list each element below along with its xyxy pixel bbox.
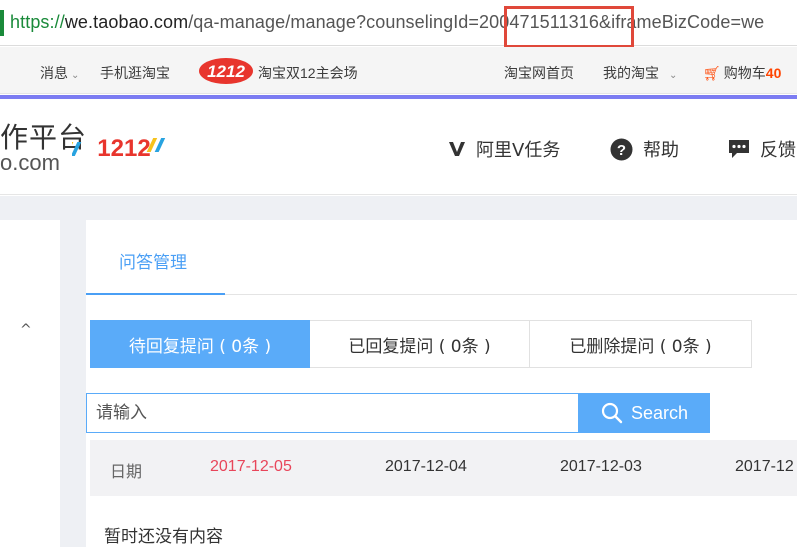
cart-icon: 🛒︎ xyxy=(703,65,721,81)
tab-qa-manage-label: 问答管理 xyxy=(119,253,187,272)
nav-help[interactable]: ? 帮助 xyxy=(610,136,679,162)
search-button-label: Search xyxy=(630,402,689,423)
nav-ellipsis: · xyxy=(0,63,2,79)
collapse-caret-icon[interactable]: ^ xyxy=(20,322,32,338)
nav-help-label: 帮助 xyxy=(643,140,679,161)
secure-indicator xyxy=(0,10,4,36)
banner-logo-text: 1212 xyxy=(97,135,150,162)
svg-text:?: ? xyxy=(617,142,626,159)
filter-replied[interactable]: 已回复提问 ( 0条 ) xyxy=(310,320,530,368)
nav-messages-label: 消息 xyxy=(40,65,68,81)
cart-count: 40 xyxy=(765,65,782,81)
empty-state-text: 暂时还没有内容 xyxy=(104,527,223,547)
platform-header: 作平台 o.com 1212 阿里V任务 ? 帮助 反馈 xyxy=(0,99,797,195)
search-icon xyxy=(601,402,623,424)
v-icon xyxy=(448,140,466,158)
nav-mobile-taobao[interactable]: 手机逛淘宝 xyxy=(100,63,170,83)
nav-messages[interactable]: 消息 ⌄ xyxy=(40,63,79,83)
help-icon: ? xyxy=(610,138,633,161)
nav-ali-v-task-label: 阿里V任务 xyxy=(476,140,561,161)
nav-my-taobao[interactable]: 我的淘宝 ⌄ xyxy=(603,63,677,83)
feedback-icon xyxy=(728,139,750,159)
cart-label: 购物车 xyxy=(723,65,766,81)
id-highlight-box xyxy=(504,6,634,48)
search-button[interactable]: Search xyxy=(579,393,710,433)
nav-feedback-label: 反馈 xyxy=(760,140,796,161)
date-item[interactable]: 2017-12-03 xyxy=(560,458,642,476)
taobao-top-nav: · 消息⌄ 手机逛淘宝 淘宝双12主会场 淘宝网首页 我的淘宝⌄ 🛒︎购物车40 xyxy=(0,47,797,94)
nav-cart[interactable]: 🛒︎ 购物车40 xyxy=(703,63,781,83)
url-scheme: https:// xyxy=(10,12,65,32)
filter-deleted[interactable]: 已删除提问 ( 0条 ) xyxy=(530,320,752,368)
browser-address-bar[interactable]: https://we.taobao.com/qa-manage/manage?c… xyxy=(0,0,797,48)
chevron-down-icon: ⌄ xyxy=(669,70,678,81)
sidebar xyxy=(0,220,60,547)
nav-double12-promo[interactable]: 淘宝双12主会场 xyxy=(258,63,358,83)
double12-logo-text: 1212 xyxy=(207,62,245,81)
url-host: we.taobao.com xyxy=(64,12,189,32)
url-text[interactable]: https://we.taobao.com/qa-manage/manage?c… xyxy=(10,12,764,33)
filter-pending[interactable]: 待回复提问 ( 0条 ) xyxy=(90,320,310,368)
double12-logo-icon[interactable]: 1212 xyxy=(198,57,254,85)
nav-my-taobao-label: 我的淘宝 xyxy=(603,65,659,81)
url-path: /qa-manage/manage?counselingId= xyxy=(188,12,480,32)
nav-feedback[interactable]: 反馈 xyxy=(728,136,796,162)
nav-ali-v-task[interactable]: 阿里V任务 xyxy=(448,136,560,162)
date-label: 日期 xyxy=(110,464,143,481)
date-item[interactable]: 2017-12-05 xyxy=(210,458,292,476)
brand-domain: o.com xyxy=(0,150,60,175)
nav-taobao-home[interactable]: 淘宝网首页 xyxy=(504,63,574,83)
date-item[interactable]: 2017-12 xyxy=(735,458,794,476)
double12-banner-logo-icon: 1212 xyxy=(72,135,166,162)
date-item[interactable]: 2017-12-04 xyxy=(385,458,467,476)
chevron-down-icon: ⌄ xyxy=(71,70,80,81)
search-input[interactable] xyxy=(86,393,579,433)
